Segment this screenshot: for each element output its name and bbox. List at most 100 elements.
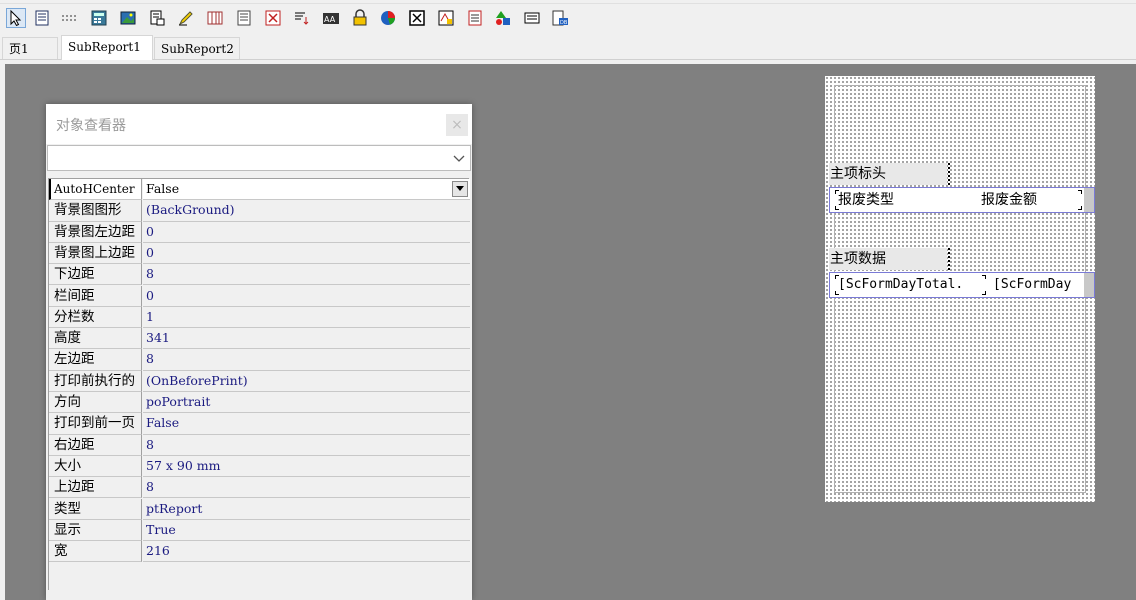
property-value[interactable]: 8 xyxy=(143,477,470,499)
lookup-icon[interactable]: DB xyxy=(550,8,570,28)
band-label-data[interactable]: 主项数据 xyxy=(829,248,947,270)
page-tabs: 页1 SubReport1 SubReport2 xyxy=(0,35,1136,60)
data-field-amount[interactable]: [ScFormDay xyxy=(993,275,1087,295)
object-inspector-window: 对象查看器 × AutoHCenter False 背景图图形 (BackGro… xyxy=(46,104,472,600)
property-value[interactable]: 0 xyxy=(143,243,470,265)
pen-icon[interactable] xyxy=(176,8,196,28)
report-page[interactable]: 主项标头 报废类型 报废金额 主项数据 [ScFormDayTotal. [Sc… xyxy=(825,76,1095,502)
property-value[interactable]: 341 xyxy=(143,328,470,350)
band-label-header[interactable]: 主项标头 xyxy=(829,163,947,185)
property-row[interactable]: AutoHCenter False xyxy=(49,179,470,201)
selection-corner xyxy=(1078,190,1082,194)
ocr-icon[interactable]: AA xyxy=(321,8,341,28)
property-row[interactable]: 栏间距 0 xyxy=(49,285,470,307)
dotted-line-icon[interactable] xyxy=(60,8,80,28)
property-name: 分栏数 xyxy=(49,306,142,329)
image-icon[interactable] xyxy=(118,8,138,28)
property-row[interactable]: 右边距 8 xyxy=(49,434,470,456)
property-name: 方向 xyxy=(49,392,142,414)
memo-icon[interactable] xyxy=(147,8,167,28)
dropdown-arrow-icon xyxy=(456,186,464,191)
property-name: 栏间距 xyxy=(49,285,142,307)
property-value[interactable]: 1 xyxy=(143,307,470,329)
header-field-amount[interactable]: 报废金额 xyxy=(981,190,1081,210)
table-icon[interactable] xyxy=(465,8,485,28)
property-value[interactable]: True xyxy=(143,520,470,542)
calculator-icon[interactable] xyxy=(89,8,109,28)
band-icon[interactable] xyxy=(32,8,52,28)
close-button[interactable]: × xyxy=(446,114,468,136)
barcode-label-icon[interactable] xyxy=(522,8,542,28)
property-row[interactable]: 上边距 8 xyxy=(49,477,470,499)
tab-page1[interactable]: 页1 xyxy=(2,37,58,59)
data-field-type[interactable]: [ScFormDayTotal. xyxy=(838,275,986,295)
property-name: 上边距 xyxy=(49,477,142,499)
lock-icon[interactable] xyxy=(350,8,370,28)
inspector-title-bar[interactable]: 对象查看器 × xyxy=(46,104,472,144)
header-field-type[interactable]: 报废类型 xyxy=(838,190,968,210)
property-row[interactable]: 高度 341 xyxy=(49,328,470,350)
property-name: 左边距 xyxy=(49,349,142,371)
property-value[interactable]: (OnBeforePrint) xyxy=(143,371,470,392)
property-row[interactable]: 背景图上边距 0 xyxy=(49,242,470,265)
check-box-icon[interactable] xyxy=(407,8,427,28)
svg-text:AA: AA xyxy=(324,15,336,24)
property-row[interactable]: 大小 57 x 90 mm xyxy=(49,455,470,478)
band-marker xyxy=(948,163,950,185)
property-row[interactable]: 背景图左边距 0 xyxy=(49,221,470,243)
property-name: 类型 xyxy=(49,498,142,520)
property-value[interactable]: False xyxy=(143,179,470,201)
tab-subreport2[interactable]: SubReport2 xyxy=(154,37,240,59)
property-name: 显示 xyxy=(49,519,142,542)
band-resize-grip[interactable] xyxy=(1084,188,1094,212)
property-value[interactable]: poPortrait xyxy=(143,392,470,414)
select-arrow-icon[interactable] xyxy=(6,8,26,28)
property-grid: AutoHCenter False 背景图图形 (BackGround) 背景图… xyxy=(48,178,470,590)
data-band[interactable]: [ScFormDayTotal. [ScFormDay xyxy=(829,272,1095,298)
property-value[interactable]: 8 xyxy=(143,349,470,371)
property-row[interactable]: 方向 poPortrait xyxy=(49,392,470,414)
rich-text-icon[interactable] xyxy=(436,8,456,28)
property-name: 右边距 xyxy=(49,434,142,456)
property-value[interactable]: False xyxy=(143,413,470,435)
selection-corner xyxy=(982,275,986,279)
property-row[interactable]: 打印前执行的 (OnBeforePrint) xyxy=(49,370,470,392)
tab-subreport1[interactable]: SubReport1 xyxy=(61,35,153,60)
property-value[interactable]: 216 xyxy=(143,541,470,563)
property-name: 背景图左边距 xyxy=(49,221,142,243)
property-row[interactable]: 背景图图形 (BackGround) xyxy=(49,200,470,222)
property-row[interactable]: 类型 ptReport xyxy=(49,498,470,520)
property-row[interactable]: 分栏数 1 xyxy=(49,306,470,329)
property-row[interactable]: 显示 True xyxy=(49,519,470,542)
property-row[interactable]: 下边距 8 xyxy=(49,264,470,286)
property-name: 打印前执行的 xyxy=(49,370,142,392)
svg-text:DB: DB xyxy=(560,20,568,26)
pie-chart-icon[interactable] xyxy=(378,8,398,28)
property-value[interactable]: 57 x 90 mm xyxy=(143,456,470,478)
property-row[interactable]: 左边距 8 xyxy=(49,349,470,371)
property-row[interactable]: 打印到前一页 False xyxy=(49,413,470,435)
object-selector-combo[interactable] xyxy=(47,145,471,171)
band-resize-grip[interactable] xyxy=(1084,273,1094,297)
property-value[interactable]: 8 xyxy=(143,435,470,456)
header-band[interactable]: 报废类型 报废金额 xyxy=(829,187,1095,213)
property-value[interactable]: (BackGround) xyxy=(143,200,470,222)
property-value[interactable]: ptReport xyxy=(143,499,470,520)
property-name: 宽 xyxy=(49,541,142,563)
sort-icon[interactable] xyxy=(292,8,312,28)
property-name: 打印到前一页 xyxy=(49,413,142,435)
inspector-title: 对象查看器 xyxy=(56,118,126,134)
property-row[interactable]: 宽 216 xyxy=(49,541,470,563)
dropdown-button[interactable] xyxy=(452,181,468,197)
property-value[interactable]: 0 xyxy=(143,286,470,307)
property-value[interactable]: 0 xyxy=(143,222,470,243)
columns-icon[interactable] xyxy=(205,8,225,28)
crosstab-icon[interactable] xyxy=(263,8,283,28)
property-value[interactable]: 8 xyxy=(143,264,470,286)
selection-corner xyxy=(982,291,986,295)
property-name: AutoHCenter xyxy=(49,179,142,201)
shapes-icon[interactable] xyxy=(493,8,513,28)
list-icon[interactable] xyxy=(234,8,254,28)
toolbar-top-strip xyxy=(0,0,1136,4)
property-name: 背景图上边距 xyxy=(49,242,142,265)
